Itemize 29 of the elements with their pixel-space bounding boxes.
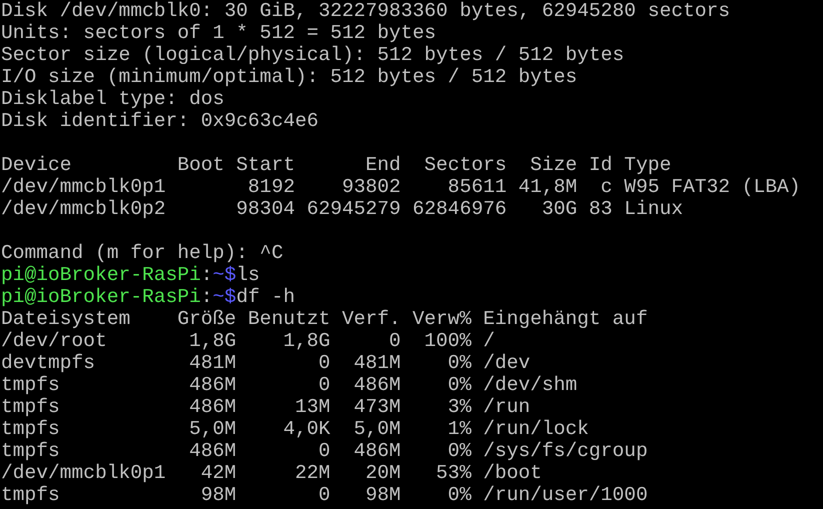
prompt-separator: :	[200, 286, 213, 308]
prompt-path: ~	[212, 286, 224, 308]
terminal-output-line: Disklabel type: dos	[1, 88, 224, 110]
terminal-output-line: tmpfs 486M 0 486M 0% /sys/fs/cgroup	[1, 440, 648, 462]
terminal-output-line: Sector size (logical/physical): 512 bytes / 512 bytes	[1, 44, 624, 66]
prompt-user-host: pi@ioBroker-RasPi	[1, 286, 201, 308]
terminal-output-line: /dev/root 1,8G 1,8G 0 100% /	[1, 330, 495, 352]
prompt-user-host: pi@ioBroker-RasPi	[1, 264, 201, 286]
terminal-output-line: /dev/mmcblk0p1 42M 22M 20M 53% /boot	[1, 462, 542, 484]
terminal-output-line: I/O size (minimum/optimal): 512 bytes / 512 bytes	[1, 66, 578, 88]
prompt-symbol: $	[224, 264, 236, 286]
terminal-output-line: devtmpfs 481M 0 481M 0% /dev	[1, 352, 530, 374]
terminal-output-line: tmpfs 486M 0 486M 0% /dev/shm	[1, 374, 578, 396]
terminal-output-line: Dateisystem Größe Benutzt Verf. Verw% Eingehängt auf	[1, 308, 648, 330]
terminal-output-line: Command (m for help): ^C	[1, 242, 284, 264]
terminal-output-line: Units: sectors of 1 * 512 = 512 bytes	[1, 22, 436, 44]
terminal-output-line: tmpfs 5,0M 4,0K 5,0M 1% /run/lock	[1, 418, 589, 440]
prompt-symbol: $	[224, 286, 236, 308]
command-text: df -h	[236, 286, 295, 308]
prompt-separator: :	[200, 264, 213, 286]
terminal-output-line: /dev/mmcblk0p2 98304 62945279 62846976 30G 83 Linux	[1, 198, 683, 220]
terminal-output-line: tmpfs 98M 0 98M 0% /run/user/1000	[1, 484, 648, 506]
terminal-output-line: Disk identifier: 0x9c63c4e6	[1, 110, 318, 132]
command-text: ls	[236, 264, 260, 286]
terminal-output-line: /dev/mmcblk0p1 8192 93802 85611 41,8M c W95 FAT32 (LBA)	[1, 176, 801, 198]
terminal-output-line: tmpfs 486M 13M 473M 3% /run	[1, 396, 530, 418]
terminal-output-line: Device Boot Start End Sectors Size Id Type	[1, 154, 672, 176]
prompt-path: ~	[212, 264, 224, 286]
terminal-output-line: Disk /dev/mmcblk0: 30 GiB, 32227983360 bytes, 62945280 sectors	[1, 0, 730, 22]
